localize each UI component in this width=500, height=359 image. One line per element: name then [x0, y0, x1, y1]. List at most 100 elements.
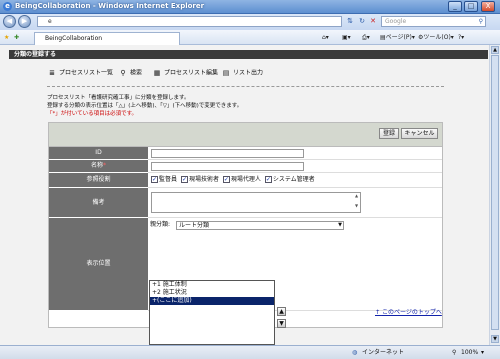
address-bar: ◀ ▶ e ⇅ ↻ ✕ Google ⚲ [0, 14, 500, 30]
name-label: 名称* [49, 160, 148, 173]
role-checkbox-system-admin[interactable]: ✓ システム管理者 [264, 176, 315, 184]
notes-textarea[interactable] [151, 192, 361, 213]
search-placeholder: Google [385, 18, 407, 25]
ie-logo-icon: e [3, 2, 12, 11]
position-label: 表示位置 [49, 218, 148, 311]
lock-icon[interactable]: ⇅ [345, 17, 355, 26]
print-icon[interactable]: ⎙▾ [362, 33, 370, 42]
tab-beingcollaboration[interactable]: BeingCollaboration [34, 32, 180, 45]
role-label: 現場技術者 [188, 176, 219, 183]
role-label: システム管理者 [272, 176, 315, 183]
home-icon[interactable]: ⌂▾ [322, 33, 329, 42]
parent-category-select[interactable]: ルート分類 ▼ [176, 221, 344, 230]
edit-icon: ▦ [153, 69, 161, 77]
export-icon: ▤ [222, 69, 230, 77]
id-cell [148, 147, 442, 160]
role-checkbox-site-agent[interactable]: ✓ 現場代理人 [222, 176, 261, 184]
tab-label: BeingCollaboration [45, 35, 103, 42]
info-line: プロセスリスト「看護研究確工事」に分類を登録します。 [47, 95, 190, 101]
divider [47, 86, 444, 87]
menu-process-edit[interactable]: ▦ プロセスリスト編集 [153, 69, 218, 78]
role-checkbox-site-engineer[interactable]: ✓ 現場技術者 [180, 176, 219, 184]
position-listbox[interactable]: +1 施工体制 +2 施工状況 +(ここに追加) [149, 280, 275, 345]
minimize-button[interactable]: _ [448, 1, 462, 12]
add-favorite-icon[interactable]: ✚ [14, 33, 19, 42]
info-line: 登録する分類の表示位置は「△」(上へ移動)、「▽」(下へ移動)で変更できます。 [47, 103, 243, 109]
page-menu[interactable]: ▤ページ(P)▾ [380, 33, 415, 42]
close-button[interactable]: X [481, 1, 495, 12]
roles-label: 参照役割 [49, 173, 148, 188]
forward-button[interactable]: ▶ [18, 15, 31, 28]
window-title: BeingCollaboration - Windows Internet Ex… [15, 2, 205, 10]
page-top-link[interactable]: ↑ このページのトップへ [375, 307, 442, 316]
page-menu-label: ページ(P) [385, 34, 412, 41]
id-field[interactable] [151, 149, 304, 158]
zoom-icon[interactable]: ⚲ [452, 346, 456, 359]
zone-label: インターネット [362, 349, 405, 356]
position-label-text: 表示位置 [86, 260, 111, 267]
help-icon[interactable]: ?▾ [458, 33, 464, 42]
refresh-icon[interactable]: ↻ [357, 17, 367, 26]
scroll-up-icon[interactable]: ▲ [491, 46, 499, 54]
notes-cell: ▲ ▼ [148, 188, 442, 218]
checkbox-icon[interactable]: ✓ [151, 176, 158, 183]
id-label: ID [49, 147, 148, 160]
page-title: 分類の登録する [9, 50, 488, 59]
list-item[interactable]: +1 施工体制 [150, 281, 274, 289]
search-icon: ⚲ [120, 69, 126, 77]
name-cell [148, 160, 442, 173]
zoom-dropdown-icon[interactable]: ▾ [481, 346, 484, 359]
roles-label-text: 参照役割 [86, 176, 111, 183]
tools-menu[interactable]: ⚙ツール(O)▾ [418, 33, 454, 42]
menu-label: プロセスリスト編集 [164, 69, 219, 77]
parent-label: 親分類: [150, 221, 171, 228]
menu-label: プロセスリスト一覧 [59, 69, 114, 77]
feeds-icon[interactable]: ▣▾ [342, 33, 351, 42]
scroll-thumb[interactable] [491, 55, 499, 330]
checkbox-icon[interactable]: ✓ [264, 176, 272, 183]
maximize-button[interactable]: □ [464, 1, 478, 12]
command-bar: ★ ✚ BeingCollaboration ⌂▾ ▣▾ ⎙▾ ▤ページ(P)▾… [0, 30, 500, 45]
magnifier-icon[interactable]: ⚲ [479, 17, 483, 26]
register-button[interactable]: 登録 [379, 128, 399, 139]
back-button[interactable]: ◀ [3, 15, 16, 28]
url-input[interactable]: e [37, 16, 342, 27]
menu-process-list[interactable]: ≣ プロセスリスト一覧 [48, 69, 113, 78]
checkbox-icon[interactable]: ✓ [222, 176, 230, 183]
notes-label-text: 備考 [92, 199, 105, 206]
search-input[interactable]: Google ⚲ [381, 16, 486, 27]
favorites-star-icon[interactable]: ★ [4, 33, 9, 42]
tools-menu-label: ツール(O) [423, 34, 451, 41]
scroll-down-icon[interactable]: ▼ [491, 335, 499, 343]
page-top-link-label: このページのトップへ [381, 309, 442, 316]
globe-icon: ◍ [352, 349, 358, 356]
list-item[interactable]: +2 施工状況 [150, 289, 274, 297]
cancel-button[interactable]: キャンセル [401, 128, 438, 139]
page-content: 分類の登録する ≣ プロセスリスト一覧 ⚲ 検索 ▦ プロセスリスト編集 ▤ リスト出力… [0, 45, 500, 345]
role-label: 現場代理人 [230, 176, 261, 183]
list-icon: ≣ [49, 69, 55, 77]
role-label: 監督員 [159, 176, 178, 183]
menu-label: 検索 [130, 69, 143, 77]
category-form: 登録 キャンセル ID 名称* 参照役割 ✓ 監督員 ✓ 現場技術者 ✓ 現場代理人 … [48, 122, 443, 345]
chevron-down-icon[interactable]: ▼ [338, 222, 342, 229]
roles-cell: ✓ 監督員 ✓ 現場技術者 ✓ 現場代理人 ✓ システム管理者 [148, 173, 442, 188]
parent-select-value: ルート分類 [179, 222, 210, 229]
menu-search[interactable]: ⚲ 検索 [119, 69, 142, 78]
move-up-button[interactable]: ▲ [277, 307, 286, 316]
move-down-button[interactable]: ▼ [277, 319, 286, 328]
checkbox-icon[interactable]: ✓ [180, 176, 188, 183]
notes-label: 備考 [49, 188, 148, 218]
vertical-scrollbar[interactable]: ▲ ▼ [489, 45, 500, 345]
id-label-text: ID [95, 149, 102, 156]
name-label-text: 名称 [90, 162, 103, 169]
stop-icon[interactable]: ✕ [368, 17, 378, 26]
menu-list-export[interactable]: ▤ リスト出力 [222, 69, 263, 78]
list-item-selected[interactable]: +(ここに追加) [150, 297, 274, 305]
role-checkbox-supervisor[interactable]: ✓ 監督員 [151, 176, 177, 184]
menu-label: リスト出力 [233, 69, 264, 77]
textarea-scroll-arrows[interactable]: ▲ ▼ [355, 193, 360, 208]
required-mark: * [103, 162, 106, 169]
zoom-level[interactable]: 100% [461, 346, 478, 359]
name-field[interactable] [151, 162, 304, 171]
